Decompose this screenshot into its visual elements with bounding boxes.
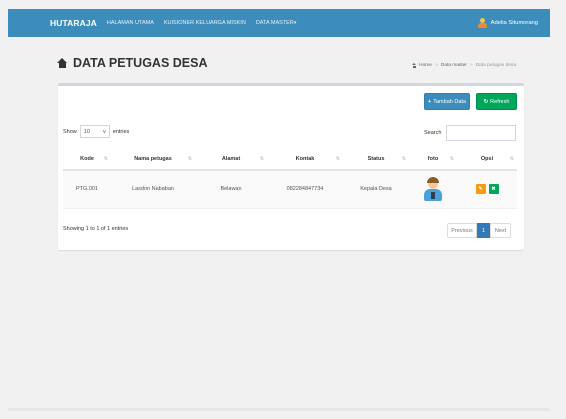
column-header-opsi[interactable]: Opsi ⇅ — [457, 149, 517, 171]
user-icon — [477, 18, 487, 28]
user-menu[interactable]: Adelia Situmorang — [477, 18, 538, 28]
pagination-previous[interactable]: Previous — [447, 223, 477, 238]
page-size-control: Show 10 v entries — [63, 125, 129, 138]
table-header-row: Kode ⇅ Nama petugas ⇅ Alamat ⇅ Kontak ⇅ Stat… — [63, 149, 517, 171]
top-navbar: HUTARAJA HALAMAN UTAMA KUISIONER KELUARG… — [8, 9, 550, 37]
edit-button[interactable]: ✎ — [475, 184, 486, 195]
cell-alamat: Belawan — [195, 170, 267, 209]
page-title-text: DATA PETUGAS DESA — [73, 56, 208, 70]
sort-icon: ⇅ — [187, 156, 192, 162]
nav-data-master-label: DATA MASTER — [255, 20, 294, 26]
search-label: Search — [424, 130, 442, 136]
search-control: Search — [424, 125, 517, 141]
page-size-select[interactable]: 10 v — [79, 125, 110, 138]
breadcrumb-separator: > — [469, 63, 473, 68]
petugas-table: Kode ⇅ Nama petugas ⇅ Alamat ⇅ Kontak ⇅ Stat… — [63, 149, 517, 209]
column-header-nama[interactable]: Nama petugas ⇅ — [111, 149, 195, 171]
sort-icon: ⇅ — [259, 156, 264, 162]
nav-data-master[interactable]: DATA MASTER▾ — [256, 20, 297, 26]
refresh-icon: ↻ — [483, 98, 489, 105]
user-name: Adelia Situmorang — [490, 20, 538, 26]
add-data-label: Tambah Data — [433, 98, 466, 105]
cell-opsi: ✎ ✖ — [457, 170, 517, 209]
sort-icon: ⇅ — [509, 156, 514, 162]
add-data-button[interactable]: + Tambah Data — [424, 93, 470, 110]
brand-logo[interactable]: HUTARAJA — [50, 18, 97, 28]
entries-label: entries — [112, 128, 130, 135]
pagination: Previous 1 Next — [447, 223, 511, 238]
sort-icon: ⇅ — [401, 156, 406, 162]
cell-nama: Lasdon Nababan — [111, 170, 195, 209]
sort-icon: ⇅ — [103, 156, 108, 162]
column-header-foto[interactable]: foto ⇅ — [409, 149, 457, 171]
chevron-down-icon: v — [103, 128, 106, 135]
table-info: Showing 1 to 1 of 1 entries — [63, 226, 129, 232]
pagination-page-1[interactable]: 1 — [477, 223, 490, 238]
pagination-next[interactable]: Next — [490, 223, 511, 238]
table-row: PTG.001 Lasdon Nababan Belawan 082284847… — [63, 170, 517, 209]
breadcrumb: Home > Data master > Data petugas desa — [412, 63, 516, 68]
avatar — [424, 177, 442, 202]
delete-icon: ✖ — [491, 186, 496, 193]
refresh-label: Refresh — [490, 98, 510, 105]
delete-button[interactable]: ✖ — [488, 184, 499, 195]
breadcrumb-separator: > — [434, 63, 438, 68]
nav-halaman-utama[interactable]: HALAMAN UTAMA — [107, 20, 154, 26]
breadcrumb-parent[interactable]: Data master — [441, 63, 467, 68]
chevron-down-icon: ▾ — [293, 20, 297, 26]
search-input[interactable] — [446, 125, 517, 141]
edit-icon: ✎ — [478, 186, 483, 193]
home-icon — [57, 58, 68, 68]
cell-foto — [409, 170, 457, 209]
column-header-kontak[interactable]: Kontak ⇅ — [267, 149, 343, 171]
cell-status: Kepala Desa — [343, 170, 409, 209]
cell-kontak: 082284847734 — [267, 170, 343, 209]
plus-icon: + — [428, 98, 432, 105]
breadcrumb-home-icon — [412, 63, 417, 68]
column-header-kode[interactable]: Kode ⇅ — [63, 149, 111, 171]
show-label: Show — [63, 128, 77, 135]
refresh-button[interactable]: ↻ Refresh — [476, 93, 517, 110]
sort-icon: ⇅ — [335, 156, 340, 162]
column-header-status[interactable]: Status ⇅ — [343, 149, 409, 171]
column-header-alamat[interactable]: Alamat ⇅ — [195, 149, 267, 171]
bottom-divider — [8, 408, 550, 411]
breadcrumb-home[interactable]: Home — [419, 63, 432, 68]
breadcrumb-current: Data petugas desa — [475, 63, 516, 68]
nav-kuisioner[interactable]: KUISIONER KELUARGA MISKIN — [164, 20, 246, 26]
sort-icon: ⇅ — [449, 156, 454, 162]
page-size-value: 10 — [83, 128, 90, 135]
cell-kode: PTG.001 — [63, 170, 111, 209]
page-title: DATA PETUGAS DESA — [57, 56, 208, 70]
